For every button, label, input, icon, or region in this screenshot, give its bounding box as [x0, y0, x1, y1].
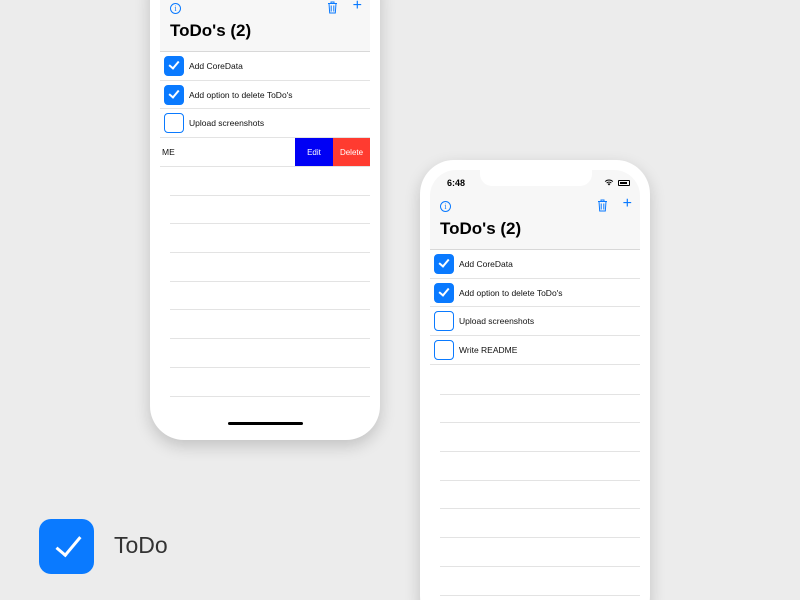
list-item[interactable]: Add option to delete ToDo's	[160, 81, 370, 110]
todo-checkbox[interactable]	[164, 84, 184, 105]
list-item[interactable]: Add CoreData	[430, 250, 640, 279]
trash-icon[interactable]	[327, 1, 338, 19]
status-bar: 6:48	[430, 170, 640, 198]
todo-checkbox[interactable]	[434, 282, 454, 303]
battery-icon	[618, 179, 630, 186]
add-todo-button[interactable]: +	[353, 0, 362, 14]
info-icon[interactable]: i	[170, 3, 181, 14]
trash-icon[interactable]	[597, 199, 608, 217]
app-name: ToDo	[114, 532, 168, 558]
list-item[interactable]: Upload screenshots	[160, 109, 370, 139]
todo-checkbox[interactable]	[434, 339, 454, 360]
todo-label: Add option to delete ToDo's	[459, 287, 563, 298]
left-phone-screen: i + ToDo's (2) Add CoreData Add option t…	[160, 0, 370, 428]
todo-label: Upload screenshots	[189, 118, 265, 129]
list-item[interactable]: Write README	[430, 336, 640, 365]
navigation-bar: i + ToDo's (2)	[160, 0, 370, 52]
todo-list: Add CoreData Add option to delete ToDo's…	[160, 52, 370, 167]
navigation-bar: i + ToDo's (2)	[430, 196, 640, 250]
list-item[interactable]: Add option to delete ToDo's	[430, 279, 640, 308]
todo-label: Add option to delete ToDo's	[189, 89, 293, 100]
info-icon[interactable]: i	[440, 201, 451, 212]
wifi-icon	[604, 179, 614, 186]
list-item[interactable]: Add CoreData	[160, 52, 370, 81]
todo-checkbox[interactable]	[164, 113, 184, 134]
app-icon	[39, 519, 94, 574]
todo-label: Add CoreData	[189, 60, 243, 71]
todo-checkbox[interactable]	[164, 55, 184, 76]
edit-button[interactable]: Edit	[295, 138, 333, 167]
right-phone-frame: 6:48 i + ToDo's (2) Add CoreData Add opt…	[420, 160, 650, 600]
checkmark-icon	[168, 58, 180, 71]
todo-label: Add CoreData	[459, 258, 513, 269]
todo-list: Add CoreData Add option to delete ToDo's…	[430, 250, 640, 365]
checkmark-icon	[168, 87, 180, 99]
page-title: ToDo's (2)	[440, 219, 522, 238]
page-title: ToDo's (2)	[170, 21, 252, 40]
swiped-list-item[interactable]: ME Edit Delete	[160, 138, 370, 167]
todo-label: Upload screenshots	[459, 316, 535, 327]
status-time: 6:48	[447, 178, 466, 188]
home-indicator[interactable]	[228, 422, 303, 425]
todo-label: ME	[162, 147, 175, 158]
checkmark-icon	[438, 256, 450, 269]
todo-label: Write README	[459, 344, 518, 355]
notch	[480, 170, 592, 186]
empty-list-area	[440, 366, 640, 600]
delete-button[interactable]: Delete	[333, 138, 370, 167]
right-phone-screen: 6:48 i + ToDo's (2) Add CoreData Add opt…	[430, 170, 640, 600]
add-todo-button[interactable]: +	[623, 196, 632, 212]
empty-list-area	[170, 167, 370, 397]
left-phone-frame: i + ToDo's (2) Add CoreData Add option t…	[150, 0, 380, 440]
todo-checkbox[interactable]	[434, 253, 454, 274]
checkmark-icon	[55, 529, 82, 558]
checkmark-icon	[438, 285, 450, 297]
list-item[interactable]: Upload screenshots	[430, 307, 640, 337]
todo-checkbox[interactable]	[434, 311, 454, 332]
